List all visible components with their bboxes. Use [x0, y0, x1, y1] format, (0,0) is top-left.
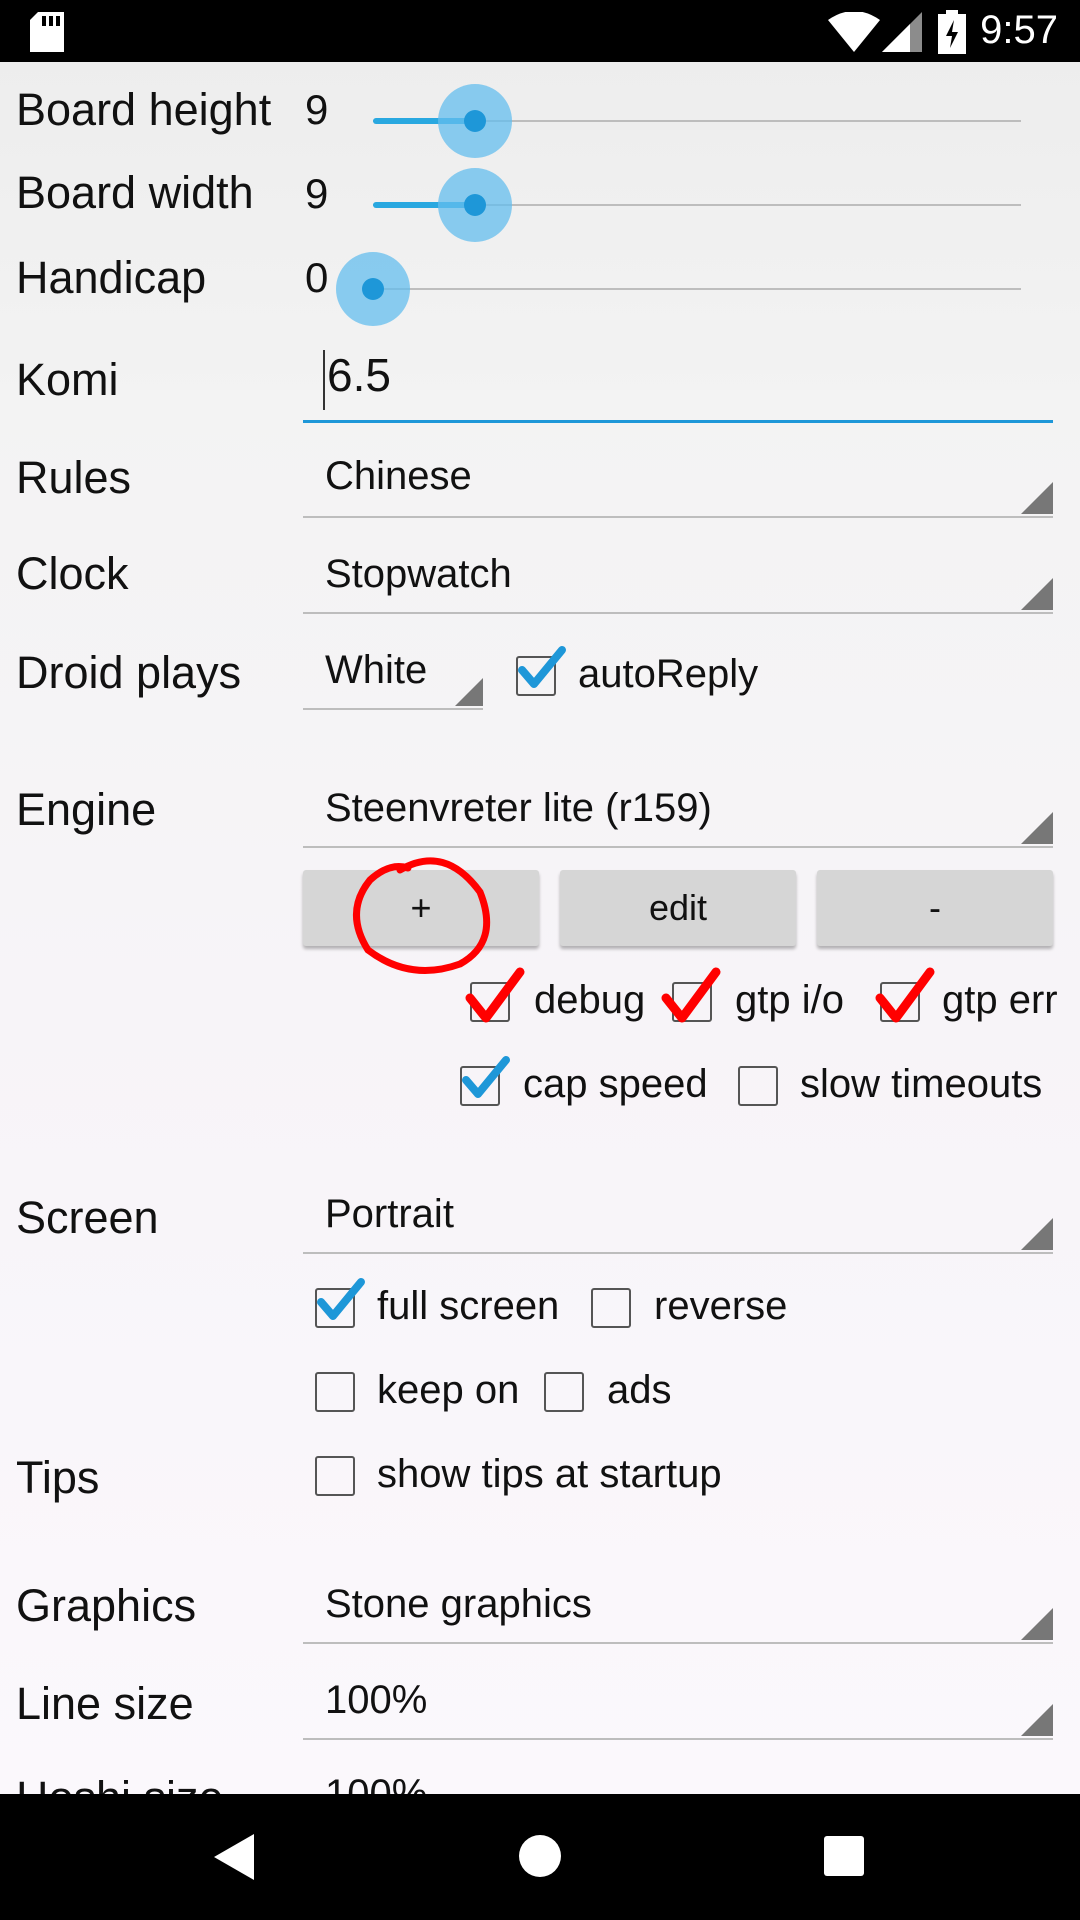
- debug-label: debug: [534, 978, 646, 1022]
- checkmark-icon: [518, 646, 566, 688]
- komi-label: Komi: [16, 354, 119, 405]
- engine-selected: Steenvreter lite (r159): [325, 786, 712, 830]
- sd-card-icon: [30, 12, 64, 52]
- screen-selected: Portrait: [325, 1192, 454, 1236]
- screen-label: Screen: [16, 1192, 159, 1243]
- board-height-label: Board height: [16, 84, 272, 135]
- gtp-io-checkbox[interactable]: [661, 967, 721, 1023]
- engine-dropdown[interactable]: Steenvreter lite (r159): [303, 786, 1053, 848]
- ads-checkbox[interactable]: [544, 1372, 584, 1412]
- status-bar: 9:57: [0, 0, 1080, 62]
- droid-plays-label: Droid plays: [16, 647, 242, 698]
- handicap-value: 0: [305, 254, 329, 301]
- gtp-err-checkbox[interactable]: [875, 967, 935, 1023]
- back-icon[interactable]: [214, 1834, 256, 1880]
- line-size-label: Line size: [16, 1678, 194, 1729]
- status-time: 9:57: [980, 8, 1058, 52]
- graphics-label: Graphics: [16, 1580, 197, 1631]
- board-width-label: Board width: [16, 167, 254, 218]
- checkmark-icon: [661, 967, 721, 1023]
- hoshi-size-dropdown[interactable]: 100%: [303, 1772, 1053, 1794]
- screen-dropdown[interactable]: Portrait: [303, 1192, 1053, 1254]
- slider-thumb[interactable]: [362, 278, 384, 300]
- rules-label: Rules: [16, 452, 132, 503]
- dropdown-arrow-icon: [1021, 1218, 1053, 1250]
- hoshi-size-selected: 100%: [325, 1772, 428, 1794]
- show-tips-checkbox[interactable]: [315, 1456, 355, 1496]
- checkmark-icon: [875, 967, 935, 1023]
- tips-label: Tips: [16, 1452, 100, 1503]
- home-icon[interactable]: [518, 1834, 562, 1878]
- dropdown-arrow-icon: [455, 678, 483, 706]
- dropdown-arrow-icon: [1021, 1704, 1053, 1736]
- keep-on-label: keep on: [377, 1368, 520, 1412]
- checkmark-icon: [465, 967, 525, 1023]
- checkmark-icon: [317, 1278, 365, 1320]
- slider-thumb[interactable]: [464, 110, 486, 132]
- droid-plays-dropdown[interactable]: White: [303, 648, 483, 710]
- dropdown-arrow-icon: [1021, 578, 1053, 610]
- dropdown-arrow-icon: [1021, 482, 1053, 514]
- reverse-label: reverse: [654, 1284, 788, 1328]
- signal-icon: [882, 12, 922, 52]
- line-size-dropdown[interactable]: 100%: [303, 1678, 1053, 1740]
- rules-dropdown[interactable]: Chinese: [303, 454, 1053, 518]
- board-width-value: 9: [305, 170, 329, 217]
- engine-label: Engine: [16, 784, 157, 835]
- clock-label: Clock: [16, 548, 129, 599]
- dropdown-arrow-icon: [1021, 1608, 1053, 1640]
- komi-input[interactable]: 6.5: [303, 342, 1053, 423]
- cap-speed-label: cap speed: [523, 1062, 708, 1106]
- clock-selected: Stopwatch: [325, 552, 512, 596]
- gtp-io-label: gtp i/o: [735, 978, 844, 1022]
- rules-selected: Chinese: [325, 454, 472, 498]
- red-annotation-circle: [353, 857, 491, 974]
- dropdown-arrow-icon: [1021, 812, 1053, 844]
- cap-speed-checkbox[interactable]: [460, 1056, 510, 1106]
- navigation-bar: [0, 1794, 1080, 1920]
- graphics-selected: Stone graphics: [325, 1582, 592, 1626]
- edit-engine-button[interactable]: edit: [560, 870, 796, 946]
- full-screen-label: full screen: [377, 1284, 560, 1328]
- gtp-err-label: gtp err: [942, 978, 1058, 1022]
- wifi-icon: [828, 12, 880, 52]
- auto-reply-label: autoReply: [578, 652, 759, 696]
- ads-label: ads: [607, 1368, 672, 1412]
- reverse-checkbox[interactable]: [591, 1288, 631, 1328]
- board-height-value: 9: [305, 86, 329, 133]
- show-tips-label: show tips at startup: [377, 1452, 722, 1496]
- komi-input-value: 6.5: [327, 349, 391, 401]
- full-screen-checkbox[interactable]: [315, 1278, 365, 1328]
- keep-on-checkbox[interactable]: [315, 1372, 355, 1412]
- line-size-selected: 100%: [325, 1678, 428, 1722]
- debug-checkbox[interactable]: [465, 967, 525, 1023]
- auto-reply-checkbox[interactable]: [516, 646, 566, 696]
- slider-track: [373, 288, 1021, 290]
- hoshi-size-label: Hoshi size: [16, 1772, 224, 1794]
- handicap-label: Handicap: [16, 252, 207, 303]
- slow-timeouts-checkbox[interactable]: [738, 1066, 778, 1106]
- remove-engine-button[interactable]: -: [817, 870, 1053, 946]
- clock-dropdown[interactable]: Stopwatch: [303, 552, 1053, 614]
- text-cursor: [323, 350, 325, 410]
- slider-thumb[interactable]: [464, 194, 486, 216]
- recents-icon[interactable]: [824, 1836, 864, 1876]
- slow-timeouts-label: slow timeouts: [800, 1062, 1043, 1106]
- settings-panel[interactable]: Board height 9 Board width 9 Handicap 0 …: [0, 62, 1080, 1794]
- droid-plays-selected: White: [325, 648, 428, 692]
- battery-charging-icon: [938, 10, 966, 54]
- graphics-dropdown[interactable]: Stone graphics: [303, 1582, 1053, 1644]
- checkmark-icon: [462, 1056, 510, 1098]
